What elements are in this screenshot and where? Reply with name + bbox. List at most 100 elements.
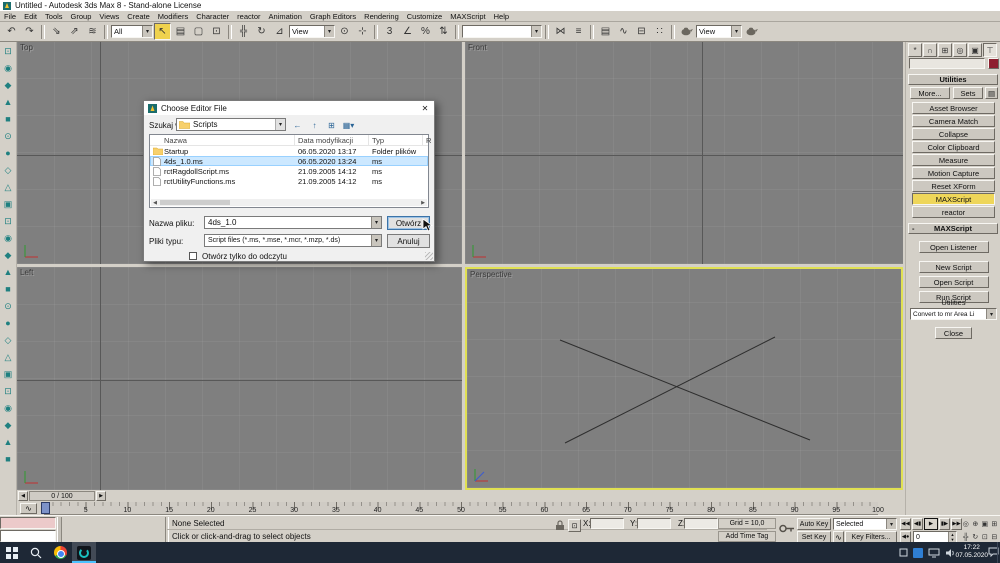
mini-curve-editor-button[interactable]: ∿ bbox=[20, 503, 37, 514]
select-and-move-button[interactable]: ╬ bbox=[235, 23, 252, 40]
render-type-dropdown[interactable]: View▾ bbox=[696, 25, 742, 38]
zoom-extents-all-button[interactable]: ⊞ bbox=[990, 518, 1000, 530]
viewport-left-label[interactable]: Left bbox=[20, 268, 33, 277]
back-button[interactable]: ← bbox=[290, 118, 305, 133]
close-utility-button[interactable]: Close bbox=[935, 327, 972, 339]
select-and-link-button[interactable]: ⇘ bbox=[48, 23, 65, 40]
viewport-front[interactable]: Front bbox=[465, 42, 903, 264]
reference-coordinate-system-dropdown[interactable]: View▾ bbox=[289, 25, 335, 38]
column-header-nazwa[interactable]: Nazwa bbox=[164, 136, 187, 145]
x-coordinate-field[interactable] bbox=[590, 518, 624, 529]
new-script-button[interactable]: New Script bbox=[919, 261, 989, 273]
reactor-hinge-constraint-icon[interactable]: ◉ bbox=[1, 231, 15, 245]
reactor-point-point-constraint-icon[interactable]: ◆ bbox=[1, 248, 15, 262]
select-by-name-button[interactable]: ▤ bbox=[172, 23, 189, 40]
menu-views[interactable]: Views bbox=[95, 11, 123, 22]
view-menu-button[interactable]: ▦▾ bbox=[341, 118, 356, 133]
reactor-spring-icon[interactable]: ● bbox=[1, 146, 15, 160]
reactor-soft-body-collection-icon[interactable]: ◆ bbox=[1, 78, 15, 92]
key-mode-dropdown[interactable]: Selected▾ bbox=[833, 518, 897, 530]
y-coordinate-field[interactable] bbox=[637, 518, 671, 529]
read-only-checkbox[interactable] bbox=[189, 252, 197, 260]
next-frame-button[interactable]: ▮▶ bbox=[939, 518, 950, 530]
go-to-start-button[interactable]: ◀◀ bbox=[900, 518, 911, 530]
reactor-deforming-mesh-collection-icon[interactable]: ■ bbox=[1, 112, 15, 126]
file-row-rctutilityfunctions-ms[interactable]: rctUtilityFunctions.ms21.09.2005 14:12ms bbox=[150, 176, 428, 186]
reactor-water-icon[interactable]: ⊡ bbox=[1, 384, 15, 398]
menu-customize[interactable]: Customize bbox=[403, 11, 446, 22]
column-header-typ[interactable]: Typ bbox=[372, 136, 384, 145]
select-and-manipulate-button[interactable]: ⊹ bbox=[354, 23, 371, 40]
menu-maxscript[interactable]: MAXScript bbox=[446, 11, 489, 22]
reactor-linear-dashpot-icon[interactable]: ◇ bbox=[1, 163, 15, 177]
select-and-rotate-button[interactable]: ↻ bbox=[253, 23, 270, 40]
trackbar-prev-key-button[interactable]: ◀ bbox=[18, 491, 28, 501]
scrollbar-thumb[interactable] bbox=[160, 200, 230, 205]
column-header-r[interactable]: R bbox=[426, 136, 431, 145]
reactor-motor-icon[interactable]: △ bbox=[1, 350, 15, 364]
file-list[interactable]: NazwaData modyfikacjiTypR Startup06.05.2… bbox=[149, 134, 429, 208]
maxscript-mini-listener[interactable] bbox=[0, 530, 56, 542]
menu-create[interactable]: Create bbox=[123, 11, 154, 22]
align-button[interactable]: ≡ bbox=[570, 23, 587, 40]
utilities-config-button[interactable]: ▤ bbox=[985, 87, 998, 99]
create-new-folder-button[interactable]: ⊞ bbox=[324, 118, 339, 133]
select-and-scale-button[interactable]: ⊿ bbox=[271, 23, 288, 40]
tray-app-icon[interactable] bbox=[913, 548, 923, 558]
file-name-combo[interactable]: 4ds_1.0 ▾ bbox=[204, 216, 382, 229]
viewport-front-label[interactable]: Front bbox=[468, 43, 487, 52]
viewport-top-label[interactable]: Top bbox=[20, 43, 33, 52]
reactor-angular-dashpot-icon[interactable]: △ bbox=[1, 180, 15, 194]
listener-splitter[interactable] bbox=[57, 517, 62, 542]
taskbar-3dsmax-button[interactable] bbox=[72, 542, 96, 563]
reactor-fracture-icon[interactable]: ◇ bbox=[1, 333, 15, 347]
dialog-titlebar[interactable]: Choose Editor File ✕ bbox=[144, 101, 434, 115]
viewport-perspective[interactable]: Perspective bbox=[465, 267, 903, 490]
object-name-field[interactable] bbox=[909, 58, 985, 69]
volume-icon[interactable] bbox=[945, 548, 956, 558]
utility-maxscript-button[interactable]: MAXScript bbox=[912, 193, 995, 205]
scroll-left-icon[interactable]: ◀ bbox=[151, 200, 159, 206]
menu-file[interactable]: File bbox=[0, 11, 20, 22]
reactor-car-wheel-constraint-icon[interactable]: ■ bbox=[1, 282, 15, 296]
up-one-level-button[interactable]: ↑ bbox=[307, 118, 322, 133]
network-icon[interactable] bbox=[928, 548, 940, 558]
sets-button[interactable]: Sets bbox=[953, 87, 983, 99]
undo-button[interactable]: ↶ bbox=[3, 23, 20, 40]
reactor-constraint-solver-icon[interactable]: ▣ bbox=[1, 197, 15, 211]
mirror-button[interactable]: ⋈ bbox=[552, 23, 569, 40]
utility-measure-button[interactable]: Measure bbox=[912, 154, 995, 166]
file-row-startup[interactable]: Startup06.05.2020 13:17Folder plików bbox=[150, 146, 428, 156]
reactor-cloth-collection-icon[interactable]: ◉ bbox=[1, 61, 15, 75]
add-time-tag[interactable]: Add Time Tag bbox=[718, 531, 776, 542]
spinner-snap-toggle-button[interactable]: ⇅ bbox=[435, 23, 452, 40]
open-listener-button[interactable]: Open Listener bbox=[919, 241, 989, 253]
taskbar-clock[interactable]: 17:22 07.05.2020 bbox=[955, 544, 988, 560]
reactor-rag-doll-constraint-icon[interactable]: ⊡ bbox=[1, 214, 15, 228]
menu-animation[interactable]: Animation bbox=[265, 11, 306, 22]
reactor-rope-modifier-icon[interactable]: ▲ bbox=[1, 435, 15, 449]
reactor-cloth-modifier-icon[interactable]: ◉ bbox=[1, 401, 15, 415]
dialog-close-button[interactable]: ✕ bbox=[416, 101, 434, 115]
selection-lock-icon[interactable] bbox=[555, 520, 565, 531]
use-pivot-point-center-button[interactable]: ⊙ bbox=[336, 23, 353, 40]
z-coordinate-field[interactable] bbox=[684, 518, 718, 529]
file-row-4ds-1-0-ms[interactable]: 4ds_1.0.ms06.05.2020 13:24ms bbox=[150, 156, 428, 166]
cancel-button[interactable]: Anuluj bbox=[387, 234, 430, 248]
reactor-rope-collection-icon[interactable]: ▲ bbox=[1, 95, 15, 109]
unlink-selection-button[interactable]: ⇗ bbox=[66, 23, 83, 40]
tab-motion[interactable]: ◎ bbox=[953, 43, 967, 57]
previous-frame-button[interactable]: ◀▮ bbox=[912, 518, 923, 530]
bind-to-space-warp-button[interactable]: ≋ bbox=[84, 23, 101, 40]
timeline-ruler[interactable]: 5101520253035404550556065707580859095100 bbox=[44, 502, 878, 515]
resize-grip[interactable] bbox=[425, 252, 433, 260]
absolute-offset-toggle[interactable]: ⊡ bbox=[568, 519, 581, 532]
reactor-toy-car-icon[interactable]: ● bbox=[1, 316, 15, 330]
utility-motion-capture-button[interactable]: Motion Capture bbox=[912, 167, 995, 179]
file-row-rctragdollscript-ms[interactable]: rctRagdollScript.ms21.09.2005 14:12ms bbox=[150, 166, 428, 176]
taskbar-search-button[interactable] bbox=[24, 542, 48, 563]
scene-object-lines[interactable] bbox=[467, 269, 901, 488]
start-button[interactable] bbox=[0, 542, 24, 563]
tab-create[interactable]: * bbox=[908, 43, 922, 57]
menu-edit[interactable]: Edit bbox=[20, 11, 41, 22]
